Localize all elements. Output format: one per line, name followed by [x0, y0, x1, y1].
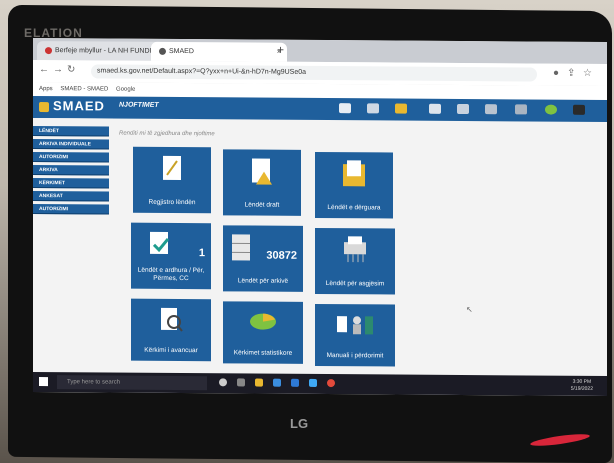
tile-kerkimi-avancuar[interactable]: Kërkimi i avancuar [131, 298, 211, 362]
browser-tab-active[interactable]: SMAED × [151, 41, 287, 62]
register-document-icon [163, 155, 181, 181]
sidebar-item-autorizimi-2[interactable]: AUTORIZIMI [33, 203, 109, 215]
taskbar-search[interactable]: Type here to search [57, 375, 207, 391]
bookmark-apps[interactable]: Apps [39, 86, 53, 92]
sidebar: LËNDËT ARKIVA INDIVIDUALE AUTORIZIMI ARK… [33, 117, 113, 393]
screen: Berfeje mbyllur - LA NH FUNDIT× SMAED× +… [33, 37, 607, 397]
mail-icon[interactable] [339, 103, 351, 114]
profile-icon[interactable]: ● [553, 68, 559, 79]
tab-label: SMAED [169, 47, 194, 56]
task-view-icon[interactable] [237, 378, 245, 387]
sidebar-item-kerkimet[interactable]: KËRKIMET [33, 177, 109, 189]
shredder-icon [344, 236, 366, 263]
tile-lendet-e-derguara[interactable]: Lëndët e dërguara [315, 151, 393, 219]
archive-count: 30872 [266, 249, 297, 262]
tile-lendet-per-asgjesim[interactable]: Lëndët për asgjësim [315, 227, 395, 295]
printer-icon[interactable] [485, 104, 497, 115]
tile-regjistro-lenden[interactable]: Regjistro lëndën [133, 146, 211, 214]
sidebar-item-lendet[interactable]: LËNDËT [33, 125, 109, 137]
draft-warning-icon [252, 158, 272, 185]
tab-label: Berfeje mbyllur - LA NH FUNDIT [55, 47, 156, 55]
pie-chart-icon [250, 313, 276, 330]
chrome-icon[interactable] [327, 379, 335, 388]
users-icon[interactable] [457, 103, 469, 115]
archive-cabinet-icon [231, 234, 250, 261]
shield-icon [39, 101, 49, 112]
reload-icon[interactable]: ↻ [67, 64, 75, 75]
folder-icon[interactable] [395, 103, 407, 114]
star-icon[interactable]: ☆ [583, 68, 592, 79]
sidebar-item-autorizimi[interactable]: AUTORIZIMI [33, 151, 109, 163]
browser-tab[interactable]: Berfeje mbyllur - LA NH FUNDIT× [37, 41, 165, 61]
pen-icon[interactable] [573, 104, 585, 115]
share-icon[interactable]: ⇪ [567, 68, 575, 79]
bookmark-smaed[interactable]: SMAED - SMAED [60, 86, 108, 92]
edge-icon[interactable] [309, 378, 317, 387]
tile-manuali[interactable]: Manuali i përdorimit [315, 303, 395, 367]
sidebar-item-arkiva-individuale[interactable]: ARKIVA INDIVIDUALE [33, 138, 109, 150]
breadcrumb: Renditi mi të zgjedhura dhe njoftime [119, 130, 215, 138]
tile-lendet-draft[interactable]: Lëndët draft [223, 149, 301, 216]
manual-book-icon [337, 316, 373, 335]
document-icon[interactable] [367, 103, 379, 114]
new-tab-button[interactable]: + [277, 43, 284, 57]
back-icon[interactable]: ← [39, 64, 49, 75]
bookmark-google[interactable]: Google [116, 87, 135, 93]
url-field[interactable]: smaed.ks.gov.net/Default.aspx?=Q?yxx+n+U… [91, 64, 537, 82]
windows-taskbar: Type here to search 3:30 PM 5/19/2022 [33, 371, 607, 397]
sidebar-item-ankesat[interactable]: ANKESAT [33, 190, 109, 202]
taskbar-clock[interactable]: 3:30 PM 5/19/2022 [571, 379, 593, 393]
cortana-icon[interactable] [219, 378, 227, 387]
mail-app-icon[interactable] [291, 378, 299, 387]
sidebar-item-arkiva[interactable]: ARKIVA [33, 164, 109, 176]
tile-kerkimet-statistikore[interactable]: Kërkimet statistikore [223, 301, 303, 364]
favicon-icon [45, 46, 52, 54]
list-icon[interactable] [429, 103, 441, 114]
file-explorer-icon[interactable] [255, 378, 263, 387]
store-icon[interactable] [273, 378, 281, 387]
windows-start-icon[interactable] [39, 377, 48, 387]
chart-icon[interactable] [545, 104, 557, 115]
mouse-cursor-icon: ↖ [466, 305, 473, 315]
monitor-brand-bottom: LG [290, 416, 309, 431]
app-logo[interactable]: SMAED [39, 98, 105, 113]
user-icon[interactable] [515, 104, 527, 115]
incoming-count: 1 [198, 247, 205, 260]
sent-folder-icon [343, 160, 365, 187]
tile-lendet-e-ardhura[interactable]: 1 Lëndët e ardhura / Për, Përmes, CC [131, 222, 211, 290]
search-magnifier-icon [161, 307, 183, 332]
incoming-document-icon [149, 231, 169, 254]
module-title: NJOFTIMET [119, 101, 159, 109]
tile-lendet-per-arkive[interactable]: 30872 Lëndët për arkivë [223, 225, 303, 292]
forward-icon[interactable]: → [53, 64, 63, 75]
favicon-icon [159, 47, 166, 55]
app-header: SMAED NJOFTIMET [33, 95, 607, 123]
